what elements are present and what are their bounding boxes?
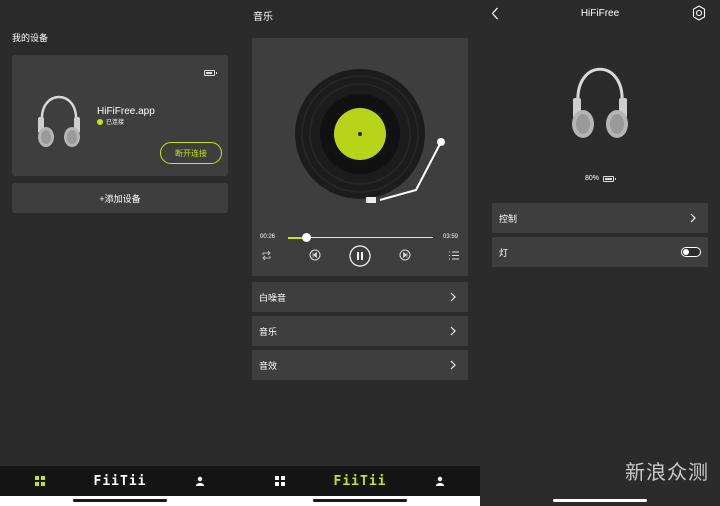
previous-button[interactable] bbox=[308, 248, 322, 262]
battery-percent: 80% bbox=[585, 175, 600, 182]
status-label: 已连接 bbox=[106, 120, 125, 126]
chevron-right-icon bbox=[450, 292, 456, 302]
devices-screen: 我的设备 HiFiFree.app 已连接 断开连接 +添加设备 FiiTii bbox=[0, 0, 240, 506]
connection-status: 已连接 bbox=[97, 117, 124, 126]
headphones-icon bbox=[38, 95, 80, 147]
chevron-right-icon bbox=[450, 326, 456, 336]
tab-bar: FiiTii bbox=[0, 466, 240, 496]
battery-icon bbox=[204, 70, 217, 76]
page-title: HiFiFree bbox=[580, 8, 620, 19]
person-icon bbox=[196, 476, 204, 486]
gear-icon bbox=[692, 5, 706, 21]
chevron-right-icon bbox=[690, 213, 696, 223]
home-indicator bbox=[240, 496, 480, 506]
tab-bar: FiiTii bbox=[240, 466, 480, 496]
add-device-button[interactable]: +添加设备 bbox=[12, 183, 228, 213]
tab-devices[interactable] bbox=[30, 466, 50, 496]
chevron-right-icon bbox=[450, 360, 456, 370]
vinyl-record-icon bbox=[295, 69, 445, 203]
home-indicator bbox=[480, 496, 720, 506]
row-label: 控制 bbox=[499, 213, 518, 224]
row-label: 灯 bbox=[499, 247, 509, 258]
home-indicator bbox=[0, 496, 240, 506]
pause-icon bbox=[349, 245, 371, 267]
repeat-icon bbox=[261, 250, 271, 260]
tab-logo[interactable]: FiiTii bbox=[330, 466, 390, 496]
status-dot-icon bbox=[97, 118, 103, 125]
pause-button[interactable] bbox=[349, 245, 371, 267]
device-card[interactable]: HiFiFree.app 已连接 断开连接 bbox=[12, 55, 228, 176]
next-button[interactable] bbox=[398, 248, 412, 262]
light-row: 灯 bbox=[492, 237, 708, 267]
watermark: 新浪众测 bbox=[625, 460, 709, 484]
current-time: 00:26 bbox=[260, 234, 276, 240]
tab-profile[interactable] bbox=[430, 466, 450, 496]
player-card: 00:26 03:59 bbox=[252, 38, 468, 276]
playlist-button[interactable] bbox=[447, 248, 461, 262]
light-toggle[interactable] bbox=[681, 247, 701, 257]
menu-item-music[interactable]: 音乐 bbox=[252, 316, 468, 346]
music-screen: 音乐 00:26 03:59 白噪音 音乐 音效 FiiTii bbox=[240, 0, 480, 506]
next-icon bbox=[399, 249, 411, 261]
person-icon bbox=[436, 476, 444, 486]
menu-item-white-noise[interactable]: 白噪音 bbox=[252, 282, 468, 312]
page-title: 音乐 bbox=[253, 12, 273, 23]
tab-logo[interactable]: FiiTii bbox=[90, 466, 150, 496]
disconnect-button[interactable]: 断开连接 bbox=[160, 142, 222, 164]
menu-item-label: 音乐 bbox=[259, 326, 278, 337]
repeat-button[interactable] bbox=[259, 248, 273, 262]
progress-slider[interactable] bbox=[288, 233, 433, 242]
headphones-icon bbox=[572, 67, 628, 138]
tab-devices[interactable] bbox=[270, 466, 290, 496]
playlist-icon bbox=[449, 251, 459, 259]
menu-item-sound-effects[interactable]: 音效 bbox=[252, 350, 468, 380]
previous-icon bbox=[309, 249, 321, 261]
total-time: 03:59 bbox=[443, 234, 459, 240]
device-name: HiFiFree.app bbox=[97, 106, 155, 117]
settings-button[interactable] bbox=[691, 5, 707, 26]
menu-item-label: 音效 bbox=[259, 360, 278, 371]
control-row[interactable]: 控制 bbox=[492, 203, 708, 233]
page-title: 我的设备 bbox=[12, 33, 49, 43]
grid-icon bbox=[35, 476, 45, 486]
battery-level: 80% bbox=[585, 175, 617, 182]
battery-icon bbox=[603, 175, 617, 182]
device-detail-screen: HiFiFree 80% 控制 灯 bbox=[480, 0, 720, 506]
grid-icon bbox=[275, 476, 285, 486]
menu-item-label: 白噪音 bbox=[259, 292, 287, 303]
tab-profile[interactable] bbox=[190, 466, 210, 496]
progress-handle[interactable] bbox=[302, 233, 312, 242]
